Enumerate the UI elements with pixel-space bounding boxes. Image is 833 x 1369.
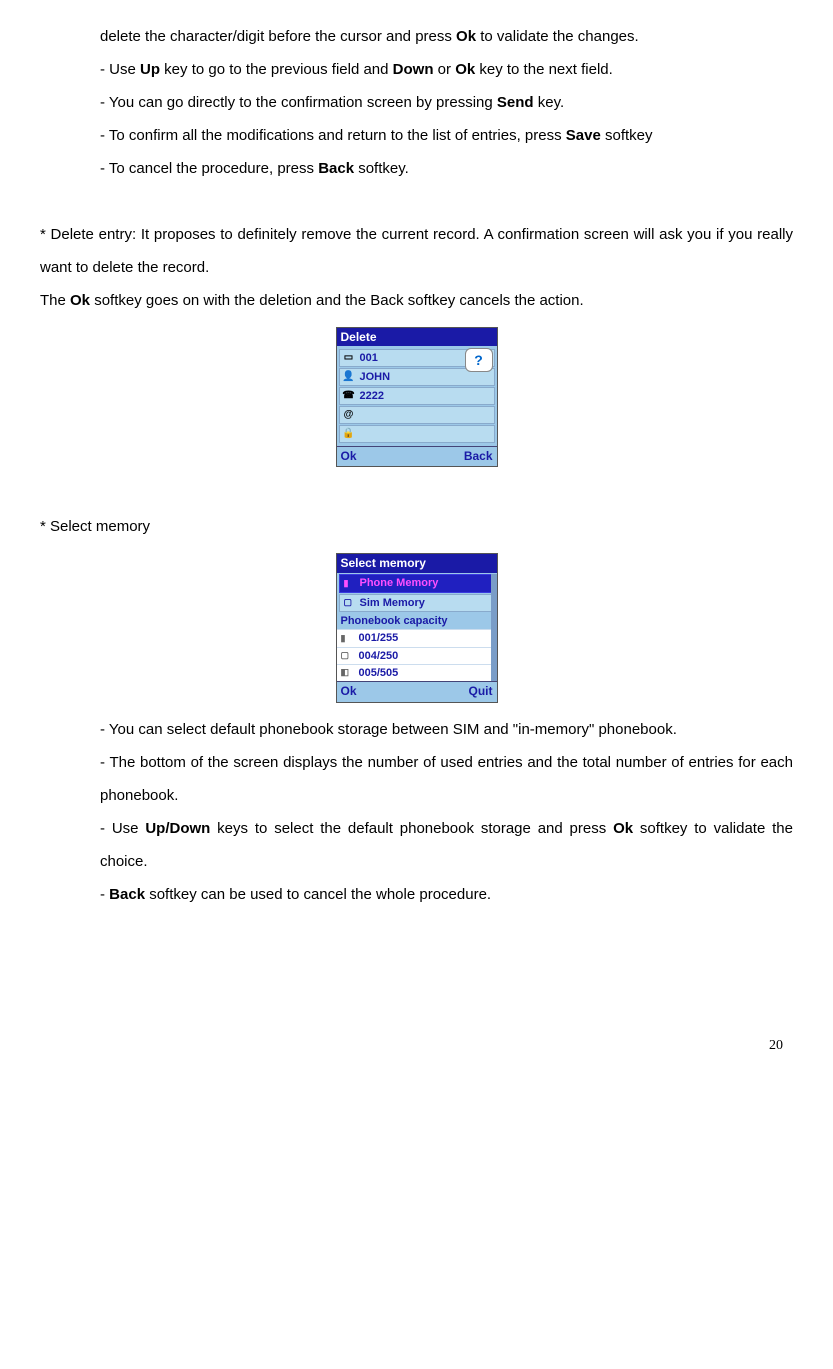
key-ok: Ok bbox=[456, 28, 476, 45]
at-icon: @ bbox=[342, 408, 356, 422]
phone-icon: ▮ bbox=[344, 578, 356, 590]
key-updown: Up/Down bbox=[145, 820, 210, 837]
bullet-line: - The bottom of the screen displays the … bbox=[100, 746, 793, 812]
key-down: Down bbox=[393, 61, 434, 78]
capacity-row: ◧ 005/505 bbox=[337, 664, 497, 681]
select-memory-body: ▮ Phone Memory ▢ Sim Memory Phonebook ca… bbox=[337, 574, 497, 681]
bullet-line: - Use Up/Down keys to select the default… bbox=[100, 812, 793, 878]
text: or bbox=[434, 61, 456, 78]
delete-screen: Delete ? ▭ 001 👤 JOHN ☎ 2222 @ 🔒 Ok Back bbox=[336, 327, 498, 467]
bullet-line: - To cancel the procedure, press Back so… bbox=[100, 152, 793, 185]
text: - You can go directly to the confirmatio… bbox=[100, 94, 497, 111]
question-bubble-icon: ? bbox=[465, 348, 493, 372]
text: softkey can be used to cancel the whole … bbox=[145, 886, 491, 903]
paragraph-continuation: delete the character/digit before the cu… bbox=[100, 20, 793, 53]
delete-body: ? ▭ 001 👤 JOHN ☎ 2222 @ 🔒 bbox=[337, 346, 497, 446]
text: softkey bbox=[601, 127, 653, 144]
key-back: Back bbox=[109, 886, 145, 903]
entry-id: 001 bbox=[360, 352, 378, 365]
text: The bbox=[40, 292, 70, 309]
key-ok: Ok bbox=[455, 61, 475, 78]
capacity-value: 001/255 bbox=[359, 631, 399, 645]
text: - Use bbox=[100, 820, 145, 837]
key-up: Up bbox=[140, 61, 160, 78]
text: key to go to the previous field and bbox=[160, 61, 393, 78]
option-sim-memory[interactable]: ▢ Sim Memory bbox=[339, 594, 495, 612]
text: softkey. bbox=[354, 160, 409, 177]
key-back: Back bbox=[318, 160, 354, 177]
select-memory-screen: Select memory ▮ Phone Memory ▢ Sim Memor… bbox=[336, 553, 498, 703]
key-save: Save bbox=[566, 127, 601, 144]
phone-icon: ▮ bbox=[341, 633, 353, 645]
softkey-quit[interactable]: Quit bbox=[469, 684, 493, 700]
bullet-line: - You can go directly to the confirmatio… bbox=[100, 86, 793, 119]
text: to validate the changes. bbox=[476, 28, 639, 45]
bullet-line: - Back softkey can be used to cancel the… bbox=[100, 878, 793, 911]
delete-titlebar: Delete bbox=[337, 328, 497, 346]
sim-icon: ▢ bbox=[341, 650, 353, 662]
text: - To confirm all the modifications and r… bbox=[100, 127, 566, 144]
text: * Delete entry: It proposes to definitel… bbox=[40, 226, 793, 276]
capacity-row: ▮ 001/255 bbox=[337, 629, 497, 646]
text: - bbox=[100, 886, 109, 903]
text: keys to select the default phonebook sto… bbox=[210, 820, 613, 837]
softkey-ok[interactable]: Ok bbox=[341, 449, 357, 463]
card-icon: ▭ bbox=[342, 351, 356, 365]
option-phone-memory[interactable]: ▮ Phone Memory bbox=[339, 574, 495, 592]
entry-row: @ bbox=[339, 406, 495, 424]
key-send: Send bbox=[497, 94, 534, 111]
bullet-line: - To confirm all the modifications and r… bbox=[100, 119, 793, 152]
softkey-bar: Ok Back bbox=[337, 446, 497, 465]
select-memory-titlebar: Select memory bbox=[337, 554, 497, 574]
softkey-bar: Ok Quit bbox=[337, 681, 497, 702]
softkey-back[interactable]: Back bbox=[464, 449, 493, 463]
text: key to the next field. bbox=[475, 61, 613, 78]
option-label: Phone Memory bbox=[360, 576, 439, 590]
text: softkey goes on with the deletion and th… bbox=[90, 292, 584, 309]
key-ok: Ok bbox=[70, 292, 90, 309]
page-number: 20 bbox=[40, 1031, 793, 1062]
softkey-ok[interactable]: Ok bbox=[341, 684, 357, 700]
phone-icon: ☎ bbox=[342, 389, 356, 403]
bullet-line: - Use Up key to go to the previous field… bbox=[100, 53, 793, 86]
capacity-value: 005/505 bbox=[359, 666, 399, 680]
capacity-row: ▢ 004/250 bbox=[337, 647, 497, 664]
capacity-value: 004/250 bbox=[359, 649, 399, 663]
entry-number: 2222 bbox=[360, 390, 384, 403]
sim-icon: ▢ bbox=[344, 597, 356, 609]
lock-icon: 🔒 bbox=[342, 427, 356, 441]
total-icon: ◧ bbox=[341, 667, 353, 679]
entry-row: ☎ 2222 bbox=[339, 387, 495, 405]
delete-entry-paragraph: * Delete entry: It proposes to definitel… bbox=[40, 218, 793, 284]
text: - Use bbox=[100, 61, 140, 78]
text: delete the character/digit before the cu… bbox=[100, 28, 456, 45]
text: - To cancel the procedure, press bbox=[100, 160, 318, 177]
delete-ok-paragraph: The Ok softkey goes on with the deletion… bbox=[40, 284, 793, 317]
key-ok: Ok bbox=[613, 820, 633, 837]
person-icon: 👤 bbox=[342, 370, 356, 384]
option-label: Sim Memory bbox=[360, 596, 425, 610]
entry-name: JOHN bbox=[360, 371, 391, 384]
entry-row: 🔒 bbox=[339, 425, 495, 443]
text: key. bbox=[534, 94, 565, 111]
capacity-label: Phonebook capacity bbox=[337, 613, 497, 629]
bullet-line: - You can select default phonebook stora… bbox=[100, 713, 793, 746]
scrollbar[interactable] bbox=[491, 574, 497, 681]
select-memory-heading: * Select memory bbox=[40, 510, 793, 543]
